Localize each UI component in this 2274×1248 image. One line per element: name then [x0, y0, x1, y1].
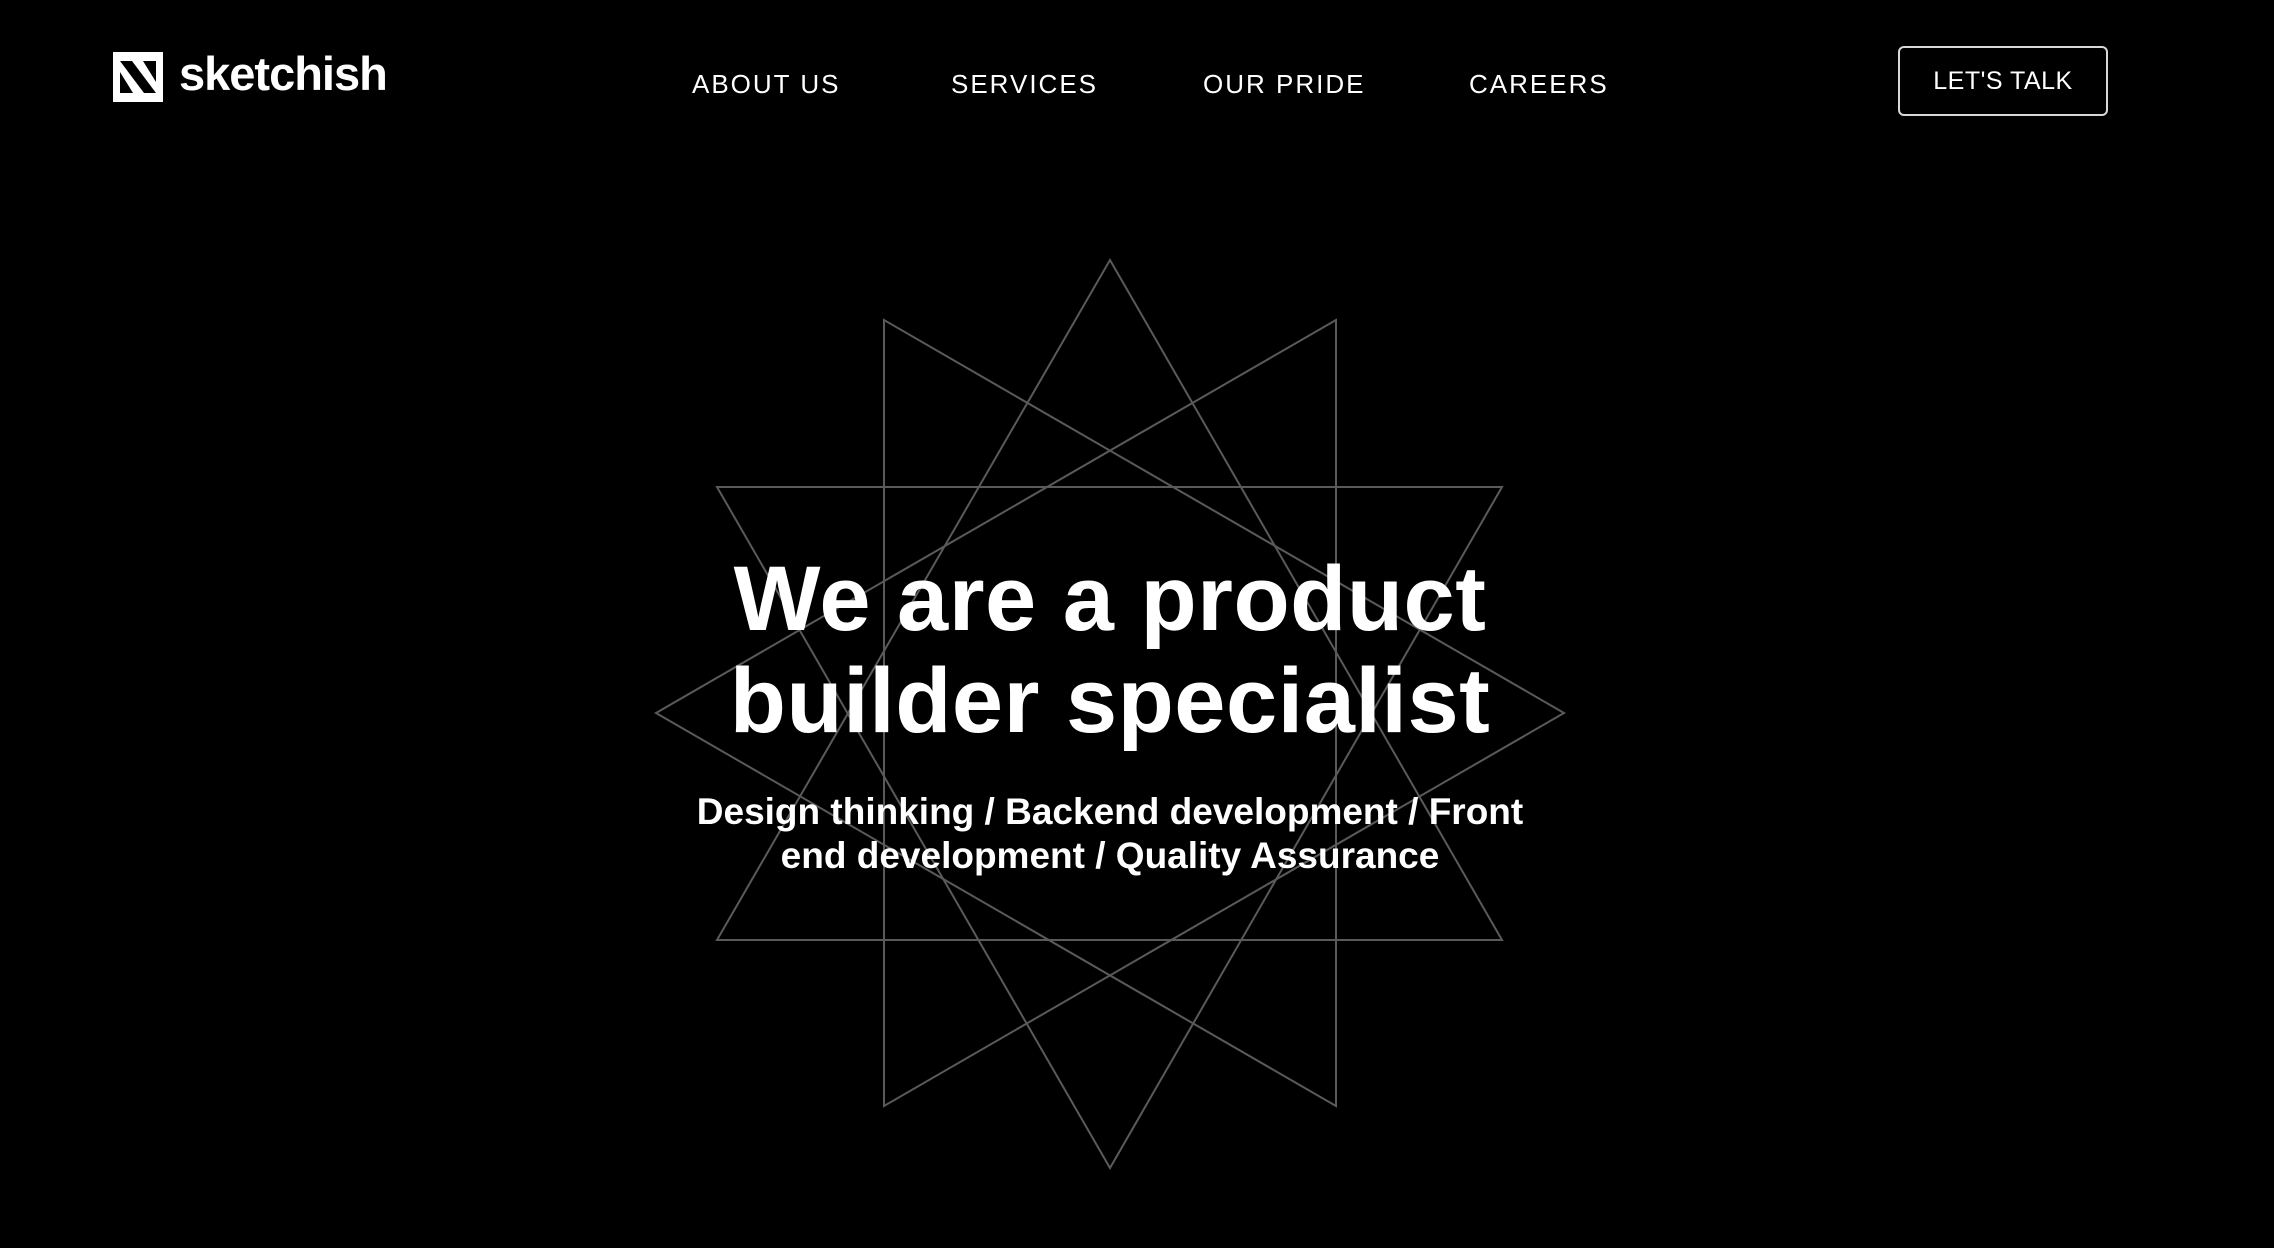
brand-name: sketchish — [179, 46, 388, 100]
lets-talk-button[interactable]: LET'S TALK — [1898, 46, 2108, 116]
nav-item-our-pride[interactable]: OUR PRIDE — [1203, 66, 1365, 102]
landing-page: sketchish ABOUT US SERVICES OUR PRIDE CA… — [0, 0, 2274, 1248]
nav-item-about-us[interactable]: ABOUT US — [692, 66, 840, 102]
hero-subtitle: Design thinking / Backend development / … — [696, 791, 1524, 876]
hero-title: We are a product builder specialist — [729, 548, 1491, 752]
nav-item-careers[interactable]: CAREERS — [1469, 66, 1609, 102]
logo-link[interactable]: sketchish — [113, 46, 388, 102]
nav-item-services[interactable]: SERVICES — [951, 66, 1098, 102]
sketchish-logo-icon — [113, 52, 163, 102]
